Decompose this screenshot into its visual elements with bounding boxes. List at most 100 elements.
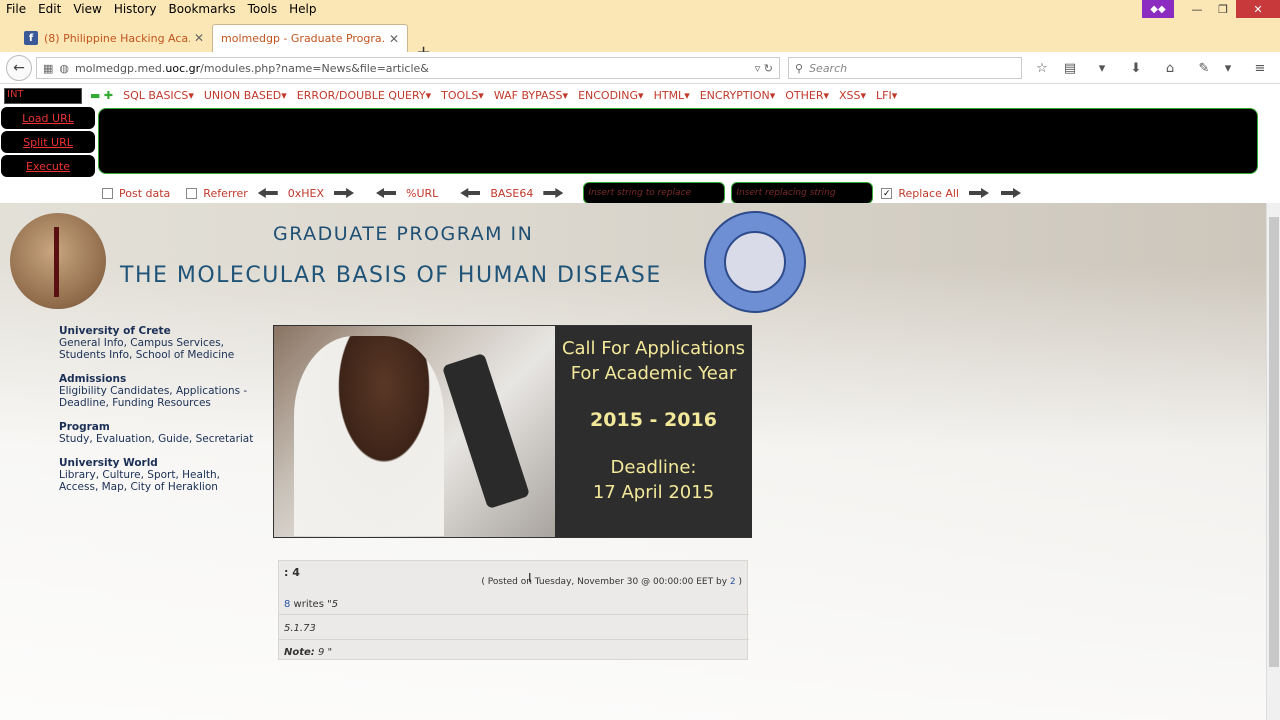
extension-icon[interactable]: ✎ [1194, 58, 1214, 78]
referrer-checkbox[interactable] [186, 187, 198, 199]
nav-section-admissions: Admissions Eligibility Candidates, Appli… [59, 373, 259, 409]
reading-list-icon[interactable]: ▤ [1060, 58, 1080, 78]
tab-title: (8) Philippine Hacking Aca... [44, 31, 190, 45]
reload-icon[interactable]: ▿ ↻ [755, 62, 773, 75]
nav-links[interactable]: Eligibility Candidates, Applications - [59, 385, 259, 397]
nav-links[interactable]: Library, Culture, Sport, Health, [59, 469, 259, 481]
menu-bookmarks[interactable]: Bookmarks [163, 2, 242, 16]
replace-from-input[interactable]: Insert string to replace [583, 182, 726, 204]
replace-all-arrow-icon[interactable] [1000, 188, 1021, 198]
url-text: molmedgp.med.uoc.gr/modules.php?name=New… [75, 61, 429, 75]
execute-button[interactable]: Execute [1, 155, 95, 177]
scrollbar-thumb[interactable] [1269, 217, 1279, 667]
post-data-checkbox[interactable] [102, 187, 113, 199]
nav-heading[interactable]: University of Crete [59, 325, 259, 337]
site-info-icon[interactable]: ▦ [43, 62, 53, 75]
base64-label: BASE64 [490, 186, 534, 200]
call-text-panel: Call For Applications For Academic Year 2… [555, 326, 752, 537]
search-input[interactable]: ⚲ Search [788, 57, 1022, 79]
url-bar[interactable]: ▦ ◍ molmedgp.med.uoc.gr/modules.php?name… [36, 57, 780, 79]
microscope-photo [274, 326, 555, 537]
nav-section-university: University of Crete General Info, Campus… [59, 325, 259, 361]
close-window-icon[interactable]: ✕ [1236, 0, 1280, 18]
hackbar-options: Post data Referrer 0xHEX %URL BASE64 Ins… [102, 182, 1021, 204]
tab-molmedgp[interactable]: molmedgp - Graduate Progra... ✕ [212, 24, 408, 52]
decode-hex-arrow-icon[interactable] [257, 188, 278, 198]
nav-section-university-world: University World Library, Culture, Sport… [59, 457, 259, 493]
nav-section-program: Program Study, Evaluation, Guide, Secret… [59, 421, 259, 445]
tab-title: molmedgp - Graduate Progra... [221, 32, 385, 45]
download-icon[interactable]: ⬇ [1126, 58, 1146, 78]
academic-years: 2015 - 2016 [590, 409, 717, 431]
menu-tools[interactable]: Tools [242, 2, 284, 16]
back-icon[interactable]: ← [6, 55, 32, 81]
page-title: THE MOLECULAR BASIS OF HUMAN DISEASE [120, 263, 662, 288]
nav-links[interactable]: Study, Evaluation, Guide, Secretariat [59, 433, 259, 445]
menu-view[interactable]: View [67, 2, 107, 16]
facebook-icon: f [24, 31, 38, 45]
restore-icon[interactable]: ❐ [1210, 0, 1236, 18]
hackbar-select[interactable]: INT [4, 88, 82, 104]
nav-links[interactable]: Students Info, School of Medicine [59, 349, 259, 361]
nav-links[interactable]: Deadline, Funding Resources [59, 397, 259, 409]
encode-hex-arrow-icon[interactable] [334, 188, 355, 198]
menu-tools[interactable]: TOOLS▾ [441, 89, 484, 102]
call-for-applications-banner[interactable]: Call For Applications For Academic Year 2… [273, 325, 752, 538]
menu-sql-basics[interactable]: SQL BASICS▾ [123, 89, 194, 102]
menu-encoding[interactable]: ENCODING▾ [578, 89, 644, 102]
nav-heading[interactable]: Program [59, 421, 259, 433]
menu-edit[interactable]: Edit [32, 2, 67, 16]
university-seal [704, 211, 806, 313]
split-url-button[interactable]: Split URL [1, 131, 95, 153]
hackbar-toolbar: INT ▬ ✚ SQL BASICS▾ UNION BASED▾ ERROR/D… [0, 85, 1258, 204]
menu-file[interactable]: File [0, 2, 32, 16]
text-cursor-icon: I [528, 571, 532, 585]
referrer-label: Referrer [203, 186, 248, 200]
nav-links[interactable]: Access, Map, City of Heraklion [59, 481, 259, 493]
private-mask-icon: ◆◆ [1142, 0, 1174, 18]
load-url-button[interactable]: Load URL [1, 107, 95, 129]
encode-base64-arrow-icon[interactable] [543, 188, 564, 198]
replace-arrow-icon[interactable] [968, 188, 989, 198]
menu-history[interactable]: History [108, 2, 163, 16]
search-icon: ⚲ [795, 61, 804, 75]
plus-minus-icon[interactable]: ▬ ✚ [90, 89, 113, 102]
replace-all-label: Replace All [898, 186, 959, 200]
tab-close-icon[interactable]: ✕ [389, 32, 399, 46]
window-controls: — ❐ ✕ [1184, 0, 1280, 18]
article-posted-info: ( Posted on Tuesday, November 30 @ 00:00… [481, 577, 742, 587]
extension-dropdown-icon[interactable]: ▾ [1218, 58, 1238, 78]
nav-bar: ← ▦ ◍ molmedgp.med.uoc.gr/modules.php?na… [0, 52, 1280, 84]
hamburger-menu-icon[interactable]: ≡ [1250, 58, 1270, 78]
tab-facebook[interactable]: f (8) Philippine Hacking Aca... ✕ [16, 24, 212, 52]
menu-help[interactable]: Help [283, 2, 322, 16]
home-icon[interactable]: ⌂ [1160, 58, 1180, 78]
pocket-icon[interactable]: ▾ [1092, 58, 1112, 78]
minimize-icon[interactable]: — [1184, 0, 1210, 18]
url-encode-label: %URL [406, 186, 439, 200]
menu-xss[interactable]: XSS▾ [839, 89, 866, 102]
decode-url-arrow-icon[interactable] [376, 188, 397, 198]
tab-close-icon[interactable]: ✕ [194, 31, 204, 45]
nav-links[interactable]: General Info, Campus Services, [59, 337, 259, 349]
page-subtitle: GRADUATE PROGRAM IN [273, 223, 534, 245]
replace-to-input[interactable]: Insert replacing string [731, 182, 874, 204]
decode-base64-arrow-icon[interactable] [460, 188, 481, 198]
nav-heading[interactable]: University World [59, 457, 259, 469]
article-writes-line: 8 writes "5 [284, 599, 339, 610]
menu-error-double-query[interactable]: ERROR/DOUBLE QUERY▾ [297, 89, 431, 102]
article-note: Note: 9 " [284, 647, 333, 658]
replace-all-checkbox[interactable]: ✓ [881, 187, 893, 199]
medicine-logo [10, 213, 106, 309]
hackbar-url-textarea[interactable] [98, 108, 1258, 174]
menu-union-based[interactable]: UNION BASED▾ [204, 89, 287, 102]
menu-waf-bypass[interactable]: WAF BYPASS▾ [494, 89, 568, 102]
menu-lfi[interactable]: LFI▾ [876, 89, 897, 102]
nav-heading[interactable]: Admissions [59, 373, 259, 385]
page-scrollbar[interactable] [1266, 203, 1280, 720]
menu-other[interactable]: OTHER▾ [785, 89, 829, 102]
bookmark-star-icon[interactable]: ☆ [1032, 58, 1052, 78]
globe-icon: ◍ [59, 61, 70, 75]
menu-encryption[interactable]: ENCRYPTION▾ [700, 89, 776, 102]
menu-html[interactable]: HTML▾ [654, 89, 690, 102]
